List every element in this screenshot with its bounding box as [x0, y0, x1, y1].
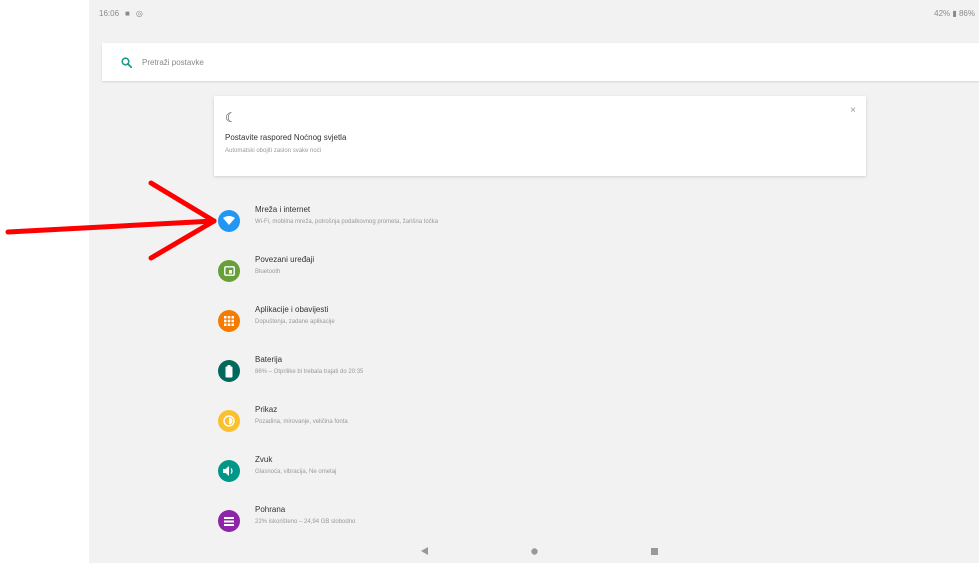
setting-label: Aplikacije i obavijesti [255, 305, 329, 314]
setting-summary: 22% iskorišteno – 24,94 GB slobodno [255, 519, 356, 525]
search-icon [120, 56, 132, 68]
navigation-bar [89, 540, 979, 563]
settings-screen: 16:06 ■ ◎ 42% ▮ 86% ☾ × Postavite raspor… [89, 0, 979, 563]
setting-label: Pohrana [255, 505, 286, 514]
setting-summary: Bluetooth [255, 269, 281, 275]
moon-icon: ☾ [225, 110, 237, 125]
notification-icon: ■ [125, 9, 130, 18]
sync-icon: ◎ [135, 9, 143, 18]
night-light-suggestion-card[interactable]: ☾ × Postavite raspored Noćnog svjetla Au… [214, 96, 866, 176]
volume-icon [218, 460, 240, 482]
close-icon[interactable]: × [850, 105, 856, 116]
status-left: 16:06 ■ ◎ [99, 9, 143, 18]
storage-icon [218, 510, 240, 532]
suggestion-subtitle: Automatski obojiti zaslon svake noći [225, 148, 322, 154]
setting-summary: Wi-Fi, mobilna mreža, potrošnja podatkov… [255, 219, 439, 225]
search-input[interactable] [142, 57, 442, 67]
brightness-icon [218, 410, 240, 432]
status-time: 16:06 [99, 9, 120, 18]
red-arrow-annotation [5, 180, 217, 261]
setting-label: Zvuk [255, 455, 273, 464]
search-bar[interactable] [102, 43, 979, 81]
setting-label: Povezani uređaji [255, 255, 315, 264]
setting-label: Prikaz [255, 405, 278, 414]
back-icon[interactable] [419, 546, 429, 556]
apps-icon [218, 310, 240, 332]
status-right: 42% ▮ 86% [934, 9, 975, 18]
setting-apps-notifications[interactable]: Aplikacije i obavijesti Dopuštenja, zada… [89, 298, 979, 346]
battery-icon [218, 360, 240, 382]
setting-sound[interactable]: Zvuk Glasnoća, vibracija, Ne ometaj [89, 448, 979, 496]
status-bar: 16:06 ■ ◎ 42% ▮ 86% [89, 0, 979, 26]
home-icon[interactable] [529, 546, 539, 556]
setting-label: Baterija [255, 355, 283, 364]
suggestion-title: Postavite raspored Noćnog svjetla [225, 133, 347, 142]
recents-icon[interactable] [649, 546, 659, 556]
status-right-text: 42% ▮ 86% [934, 9, 975, 18]
setting-summary: 86% – Otprilike bi trebala trajati do 20… [255, 369, 364, 375]
setting-summary: Glasnoća, vibracija, Ne ometaj [255, 469, 337, 475]
setting-storage[interactable]: Pohrana 22% iskorišteno – 24,94 GB slobo… [89, 498, 979, 546]
setting-display[interactable]: Prikaz Pozadina, mirovanje, veličina fon… [89, 398, 979, 446]
setting-battery[interactable]: Baterija 86% – Otprilike bi trebala traj… [89, 348, 979, 396]
setting-label: Mreža i internet [255, 205, 311, 214]
setting-summary: Pozadina, mirovanje, veličina fonta [255, 419, 348, 425]
setting-summary: Dopuštenja, zadane aplikacije [255, 319, 335, 325]
